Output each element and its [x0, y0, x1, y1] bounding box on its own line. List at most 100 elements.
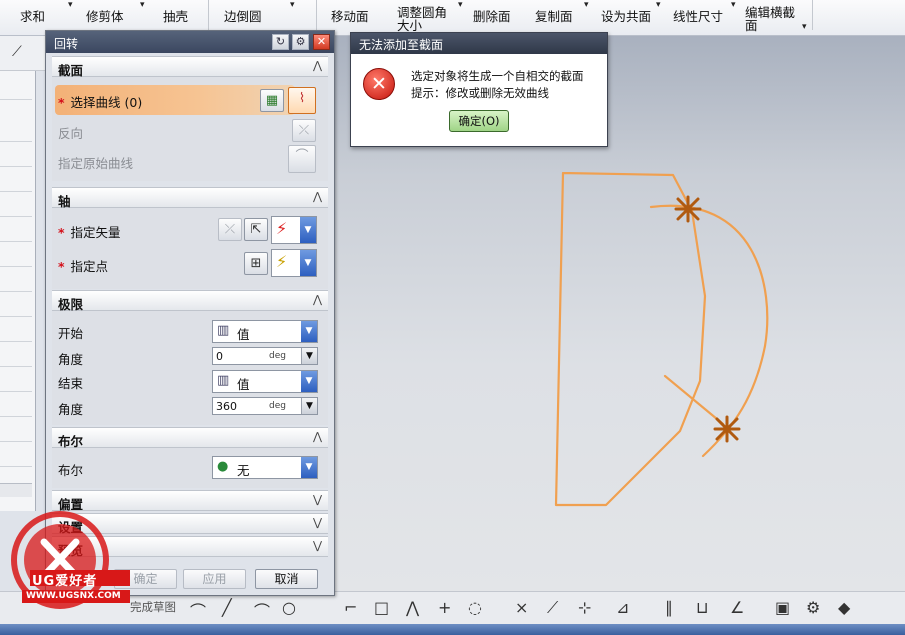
- edit-cross-section-dropdown-arrow[interactable]: ▾: [802, 22, 807, 32]
- resize-blend-dropdown-arrow[interactable]: ▾: [458, 0, 463, 10]
- offset-curve-icon[interactable]: ◌: [468, 598, 482, 617]
- error-hint: 提示：修改或删除无效曲线: [411, 86, 549, 100]
- navigator-row-line: [0, 166, 32, 167]
- dimension-icon[interactable]: ⊔: [696, 598, 708, 617]
- quick-extend-icon[interactable]: ⟋: [547, 598, 558, 618]
- display-icon[interactable]: ⚙: [806, 598, 820, 617]
- resize-blend-button[interactable]: 调整圆角大小: [397, 6, 449, 32]
- stepper-arrow-icon[interactable]: ▼: [301, 348, 317, 364]
- quick-trim-icon[interactable]: ⨯: [515, 598, 528, 617]
- make-coplanar-dropdown-arrow[interactable]: ▾: [656, 0, 661, 10]
- inferred-point-icon: ⚡: [276, 252, 288, 271]
- unite-button[interactable]: 求和: [20, 6, 45, 25]
- sketch-curve-icon[interactable]: ⟋: [12, 44, 22, 60]
- boolean-value: 无: [237, 463, 250, 478]
- boolean-group-header[interactable]: 布尔 ⋀: [52, 427, 328, 449]
- navigator-row-line: [0, 216, 32, 217]
- shell-button[interactable]: 抽壳: [163, 6, 188, 25]
- finish-sketch-label[interactable]: 完成草图: [130, 599, 176, 615]
- point-type-dropdown[interactable]: ⚡ ▼: [271, 249, 317, 277]
- revolve-dialog-titlebar[interactable]: 回转 ↻ ⚙ ✕: [46, 31, 334, 53]
- navigator-row-line: [0, 441, 32, 442]
- shade-icon[interactable]: ◆: [838, 598, 850, 617]
- move-face-button[interactable]: 移动面: [331, 6, 369, 25]
- edit-cross-section-button[interactable]: 编辑横截面: [745, 6, 795, 32]
- point-marker-bottom: [713, 415, 741, 443]
- make-coplanar-button[interactable]: 设为共面: [601, 6, 651, 25]
- section-group-header[interactable]: 截面 ⋀: [52, 56, 328, 78]
- specify-origin-curve-label: 指定原始曲线: [58, 156, 134, 171]
- circle-icon[interactable]: ○: [282, 598, 296, 617]
- select-curve-label[interactable]: * 选择曲线 (0): [58, 92, 142, 111]
- copy-face-button[interactable]: 复制面: [535, 6, 573, 25]
- end-angle-value: 360: [216, 400, 237, 413]
- axis-group-header[interactable]: 轴 ⋀: [52, 187, 328, 209]
- navigator-row-line: [0, 466, 32, 467]
- close-icon[interactable]: ✕: [313, 34, 330, 50]
- apply-button[interactable]: 应用: [183, 569, 246, 589]
- navigator-row-line: [0, 391, 32, 392]
- delete-face-button[interactable]: 删除面: [473, 6, 511, 25]
- sketch-style-icon[interactable]: ▣: [775, 598, 790, 617]
- dropdown-arrow-icon: ▼: [301, 321, 317, 342]
- chevron-up-icon: ⋀: [312, 430, 322, 443]
- linear-dimension-dropdown-arrow[interactable]: ▾: [731, 0, 736, 10]
- edge-blend-button[interactable]: 边倒圆: [224, 6, 262, 25]
- polygon-icon[interactable]: ⋀: [406, 598, 419, 617]
- chevron-up-icon: ⋀: [312, 59, 322, 72]
- constraints-icon[interactable]: ⊿: [616, 598, 629, 617]
- make-corner-icon[interactable]: ⊹: [578, 598, 591, 617]
- navigator-horizontal-scrollbar[interactable]: [0, 483, 32, 497]
- start-angle-input[interactable]: 0 deg ▼: [212, 347, 318, 365]
- linear-dimension-button[interactable]: 线性尺寸: [673, 6, 723, 25]
- rectangle-icon[interactable]: □: [374, 598, 389, 617]
- windows-taskbar: [0, 624, 905, 635]
- vector-dialog-icon[interactable]: ⇱: [244, 218, 268, 241]
- ribbon-separator: [812, 0, 813, 30]
- error-dialog-titlebar[interactable]: 无法添加至截面: [351, 33, 607, 54]
- limits-group-body: 开始 ▥ 值 ▼ 角度 0 deg ▼ 结束 ▥ 值 ▼ 角度 360 deg: [52, 311, 328, 425]
- parallel-constraint-icon[interactable]: ∥: [665, 598, 673, 617]
- end-angle-input[interactable]: 360 deg ▼: [212, 397, 318, 415]
- reset-icon[interactable]: ↻: [272, 34, 289, 50]
- specify-vector-text: 指定矢量: [70, 225, 121, 240]
- navigator-row-line: [0, 141, 32, 142]
- boolean-label: 布尔: [58, 463, 84, 478]
- trim-body-dropdown-arrow[interactable]: ▾: [140, 0, 145, 10]
- end-angle-label: 角度: [58, 402, 84, 417]
- edge-blend-dropdown-arrow[interactable]: ▾: [290, 0, 295, 10]
- chevron-down-icon: ⋁: [312, 493, 322, 506]
- point-marker-top: [674, 195, 702, 223]
- chevron-up-icon: ⋀: [312, 293, 322, 306]
- profile-icon[interactable]: ⌒: [190, 598, 206, 622]
- revolve-dialog-body: 截面 ⋀ * 选择曲线 (0) ▦ ⌇ 反向 ⤫ 指定原始曲线 ⌒ 轴 ⋀ * 指定…: [52, 56, 328, 564]
- arc-icon[interactable]: ⌒: [254, 598, 270, 622]
- stepper-arrow-icon[interactable]: ▼: [301, 398, 317, 414]
- curve-selection-icon[interactable]: ⌇: [288, 87, 316, 114]
- settings-gear-icon[interactable]: ⚙: [292, 34, 309, 50]
- vector-type-dropdown[interactable]: ⚡ ▼: [271, 216, 317, 244]
- point-dialog-icon[interactable]: ⊞: [244, 252, 268, 275]
- line-icon[interactable]: ╱: [222, 598, 232, 617]
- boolean-dropdown[interactable]: ● 无 ▼: [212, 456, 318, 479]
- trim-body-button[interactable]: 修剪体: [86, 6, 124, 25]
- ribbon-separator: [208, 0, 209, 30]
- unite-dropdown-arrow[interactable]: ▾: [68, 0, 73, 10]
- reverse-vector-icon[interactable]: ⤫: [218, 218, 242, 241]
- origin-curve-icon[interactable]: ⌒: [288, 145, 316, 173]
- unit-label: deg: [269, 401, 286, 411]
- reverse-direction-icon[interactable]: ⤫: [292, 119, 316, 142]
- navigator-row-line: [0, 241, 32, 242]
- point-icon[interactable]: +: [438, 598, 451, 617]
- end-limit-dropdown[interactable]: ▥ 值 ▼: [212, 370, 318, 393]
- start-limit-dropdown[interactable]: ▥ 值 ▼: [212, 320, 318, 343]
- end-label: 结束: [58, 376, 84, 391]
- limits-group-header[interactable]: 极限 ⋀: [52, 290, 328, 312]
- sketch-section-icon[interactable]: ▦: [260, 89, 284, 112]
- fillet-icon[interactable]: ⌐: [344, 598, 357, 617]
- boolean-none-icon: ●: [217, 459, 229, 474]
- cancel-button[interactable]: 取消: [255, 569, 318, 589]
- error-ok-button[interactable]: 确定(O): [449, 110, 509, 132]
- angle-constraint-icon[interactable]: ∠: [730, 598, 744, 617]
- copy-face-dropdown-arrow[interactable]: ▾: [584, 0, 589, 10]
